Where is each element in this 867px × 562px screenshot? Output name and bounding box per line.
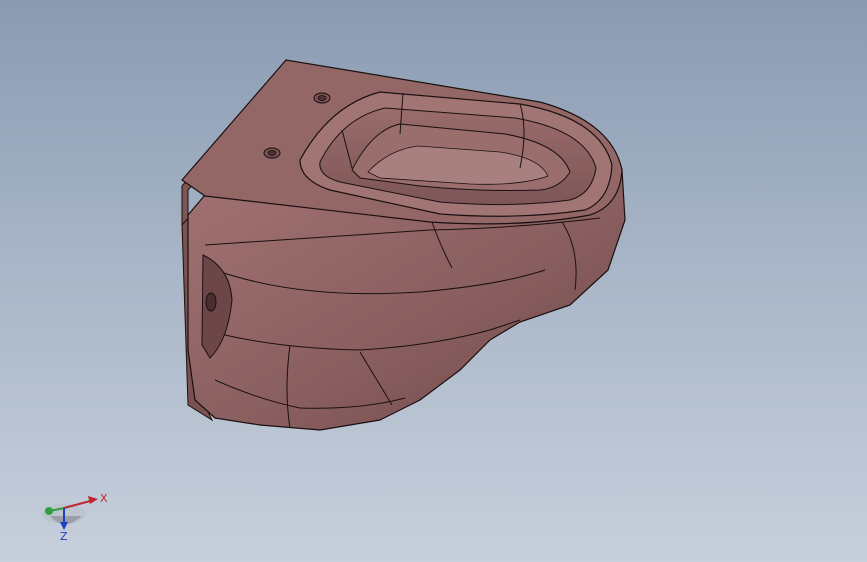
x-axis-arrow [88,496,98,504]
z-axis-label: Z [60,530,68,543]
orientation-triad[interactable]: X Z [30,484,120,544]
fixing-hole-2-inner [267,150,277,156]
graphics-viewport[interactable]: X Z [0,0,867,562]
fixing-hole-1-inner [317,95,327,101]
wall-hung-toilet-model[interactable] [0,0,867,562]
z-axis-arrow [60,522,68,530]
y-axis-dot [45,507,53,515]
outlet-hole [205,292,217,312]
x-axis-label: X [100,492,108,505]
